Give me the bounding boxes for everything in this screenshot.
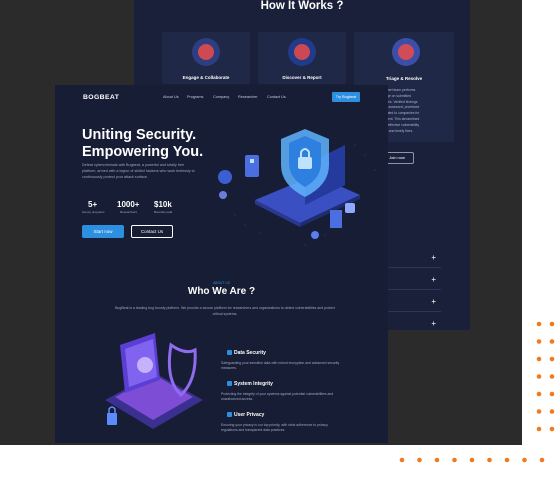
decorative-dot-grid bbox=[399, 321, 555, 463]
stat-programs-label: bounty programs bbox=[82, 210, 105, 214]
orange-dot bbox=[452, 457, 457, 463]
discover-card-label: Discover & Report bbox=[282, 75, 322, 80]
triage-card-label: Triage & Resolve bbox=[385, 76, 423, 81]
orange-dot bbox=[536, 356, 542, 362]
how-it-works-title: How It Works ? bbox=[260, 0, 344, 12]
orange-dot bbox=[549, 356, 555, 362]
feature-user-privacy-desc: Ensuring your privacy is our top priorit… bbox=[221, 423, 328, 433]
try-bugbeat-button[interactable]: Try Bugbeat bbox=[332, 92, 360, 102]
nav-programs[interactable]: Programs bbox=[187, 95, 203, 99]
hacker-illustration-icon bbox=[288, 38, 316, 66]
orange-dot bbox=[549, 339, 555, 344]
orange-dot bbox=[504, 457, 510, 463]
orange-dot bbox=[536, 374, 542, 379]
nav-company[interactable]: Company bbox=[213, 95, 229, 99]
faq-item[interactable]: + bbox=[388, 250, 441, 268]
hero-title: Uniting Security. Empowering You. bbox=[82, 127, 204, 160]
about-description: BugBeat is a leading bug bounty platform… bbox=[115, 306, 335, 316]
orange-dot bbox=[536, 426, 542, 432]
plus-icon: + bbox=[431, 275, 436, 284]
feature-system-integrity: System Integrity bbox=[227, 381, 273, 387]
landing-page: BOGBEAT About Us Programs Company Resear… bbox=[55, 85, 388, 443]
orange-dot bbox=[549, 426, 555, 432]
nav-about[interactable]: About Us bbox=[163, 95, 179, 99]
user-lock-icon bbox=[227, 412, 232, 417]
orange-dot bbox=[536, 321, 542, 327]
orange-dot bbox=[549, 391, 555, 397]
feature-system-integrity-desc: Protecting the integrity of your systems… bbox=[221, 392, 334, 402]
faq-item[interactable]: + bbox=[388, 272, 441, 290]
orange-dot bbox=[434, 457, 440, 463]
shield-icon bbox=[227, 381, 232, 386]
plus-icon: + bbox=[431, 253, 436, 262]
orange-dot bbox=[399, 457, 405, 463]
contact-us-button[interactable]: Contact Us bbox=[131, 225, 173, 238]
orange-dot bbox=[536, 409, 542, 414]
orange-dot bbox=[536, 391, 542, 397]
feature-data-security: Data Security bbox=[227, 350, 266, 356]
feature-user-privacy: User Privacy bbox=[227, 412, 264, 418]
stat-bounties-value: $10k bbox=[154, 200, 172, 209]
nav-researcher[interactable]: Researcher bbox=[238, 95, 258, 99]
triage-illustration-icon bbox=[392, 38, 420, 66]
orange-dot bbox=[536, 339, 542, 344]
about-title: Who We Are ? bbox=[187, 286, 256, 297]
laptop-shield-illustration bbox=[105, 333, 203, 429]
engage-card-label: Engage & Collaborate bbox=[182, 75, 230, 80]
orange-dot bbox=[549, 409, 555, 414]
triage-description: xpert team performs age on submitted ure… bbox=[385, 88, 420, 133]
about-tag: ABOUT US bbox=[213, 281, 230, 285]
stat-researchers-value: 1000+ bbox=[117, 200, 140, 209]
engage-card[interactable]: Engage & Collaborate bbox=[162, 32, 250, 84]
orange-dot bbox=[469, 457, 475, 463]
nav-contact[interactable]: Contact Us bbox=[267, 95, 286, 99]
orange-dot bbox=[549, 321, 555, 327]
orange-dot bbox=[417, 457, 422, 463]
stat-programs-value: 5+ bbox=[88, 200, 98, 209]
stat-researchers-label: Researchers bbox=[120, 210, 138, 214]
laptop-security-illustration bbox=[218, 129, 377, 247]
discover-card[interactable]: Discover & Report bbox=[258, 32, 346, 84]
orange-dot bbox=[549, 374, 555, 379]
collaborate-illustration-icon bbox=[192, 38, 220, 66]
orange-dot bbox=[522, 457, 527, 463]
feature-data-security-desc: Safeguarding your sensitive data with ro… bbox=[221, 361, 340, 371]
orange-dot bbox=[539, 457, 545, 463]
bugbeat-logo[interactable]: BOGBEAT bbox=[83, 94, 119, 101]
faq-item[interactable]: + bbox=[388, 294, 441, 312]
lock-icon bbox=[227, 350, 232, 355]
orange-dot bbox=[487, 457, 492, 463]
stat-bounties-label: Bounties paid bbox=[154, 210, 173, 214]
plus-icon: + bbox=[431, 297, 436, 306]
hero-description: Defeat cybercriminals with Bugbeat, a po… bbox=[82, 163, 195, 179]
start-now-button[interactable]: Start now bbox=[82, 225, 124, 238]
